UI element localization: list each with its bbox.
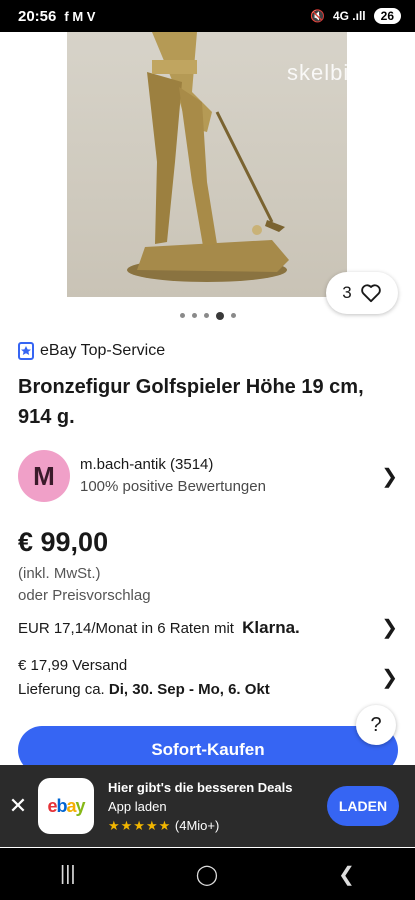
star-rating-icon: ★★★★★ <box>108 817 172 833</box>
recent-apps-icon[interactable]: ||| <box>60 863 76 886</box>
klarna-logo: Klarna. <box>242 617 300 637</box>
chevron-right-icon: ❯ <box>381 667 398 689</box>
review-count: (4Mio+) <box>174 817 220 833</box>
shipping-row[interactable]: € 17,99 Versand Lieferung ca. Di, 30. Se… <box>18 654 398 702</box>
delivery-prefix: Lieferung ca. <box>18 681 105 698</box>
system-navigation-bar: ||| ◯ ❮ <box>0 848 415 900</box>
chevron-right-icon: ❯ <box>381 617 398 639</box>
ebay-logo: ebay <box>47 795 85 816</box>
carousel-dot[interactable] <box>203 313 209 318</box>
seller-avatar: M <box>18 450 70 502</box>
shipping-cost: € 17,99 Versand <box>18 657 128 674</box>
home-icon[interactable]: ◯ <box>196 862 218 887</box>
status-right: 🔇 4G .ıll 26 <box>310 8 401 24</box>
back-icon[interactable]: ❮ <box>338 862 355 887</box>
ribbon-badge-icon <box>18 342 34 360</box>
install-app-button[interactable]: LADEN <box>327 786 399 826</box>
carousel-dots <box>0 311 415 320</box>
price: € 99,00 <box>18 527 109 557</box>
banner-subline: App laden <box>108 798 167 814</box>
ebay-app-icon: ebay <box>38 778 94 834</box>
financing-row[interactable]: EUR 17,14/Monat in 6 Raten mit Klarna. ❯ <box>18 615 398 640</box>
watermark: skelbiu.lt <box>287 60 383 85</box>
listing-title: Bronzefigur Golfspieler Höhe 19 cm, 914 … <box>18 376 364 428</box>
shipping-info: € 17,99 Versand Lieferung ca. Di, 30. Se… <box>18 654 270 702</box>
delivery-estimate: Lieferung ca. Di, 30. Sep - Mo, 6. Okt <box>18 678 270 702</box>
price-details: (inkl. MwSt.) oder Preisvorschlag <box>18 563 151 607</box>
banner-text: Hier gibt's die besseren Deals App laden… <box>108 778 327 835</box>
banner-rating: ★★★★★ (4Mio+) <box>108 816 327 835</box>
vat-note: (inkl. MwSt.) <box>18 565 101 582</box>
top-service-label: eBay Top-Service <box>40 342 166 359</box>
help-button[interactable]: ? <box>356 705 396 745</box>
seller-rating: 100% positive Bewertungen <box>80 478 266 495</box>
best-offer-note: oder Preisvorschlag <box>18 587 151 604</box>
top-service-badge: eBay Top-Service <box>18 342 165 360</box>
chevron-right-icon: ❯ <box>381 465 398 488</box>
product-photo[interactable]: skelbiu.lt <box>67 32 382 297</box>
battery-indicator: 26 <box>373 8 401 24</box>
status-time: 20:56 <box>18 7 57 25</box>
status-bar: 20:56 f M V 🔇 4G .ıll 26 <box>0 0 415 32</box>
delivery-dates: Di, 30. Sep - Mo, 6. Okt <box>108 681 270 698</box>
banner-headline: Hier gibt's die besseren Deals <box>108 779 293 795</box>
product-image-carousel[interactable]: skelbiu.lt <box>0 32 415 297</box>
carousel-dot[interactable] <box>230 313 236 318</box>
close-icon[interactable]: ✕ <box>0 793 36 819</box>
status-left: 20:56 f M V <box>18 8 95 25</box>
notification-icons: f M V <box>64 8 96 24</box>
mute-icon: 🔇 <box>310 9 325 23</box>
favorites-count: 3 <box>342 283 352 302</box>
financing-text: EUR 17,14/Monat in 6 Raten mit <box>18 619 234 637</box>
signal-icon: 4G .ıll <box>332 9 366 23</box>
seller-row[interactable]: M m.bach-antik (3514) 100% positive Bewe… <box>18 448 398 504</box>
financing-text-wrap: EUR 17,14/Monat in 6 Raten mit Klarna. <box>18 618 300 638</box>
seller-info: m.bach-antik (3514) 100% positive Bewert… <box>80 454 381 498</box>
carousel-dot[interactable] <box>179 313 185 318</box>
heart-icon <box>360 284 381 303</box>
carousel-dot-active[interactable] <box>215 311 224 320</box>
carousel-dot[interactable] <box>191 313 197 318</box>
watchlist-button[interactable]: 3 <box>326 272 398 314</box>
seller-name: m.bach-antik (3514) <box>80 456 214 473</box>
app-install-banner: ✕ ebay Hier gibt's die besseren Deals Ap… <box>0 765 415 847</box>
